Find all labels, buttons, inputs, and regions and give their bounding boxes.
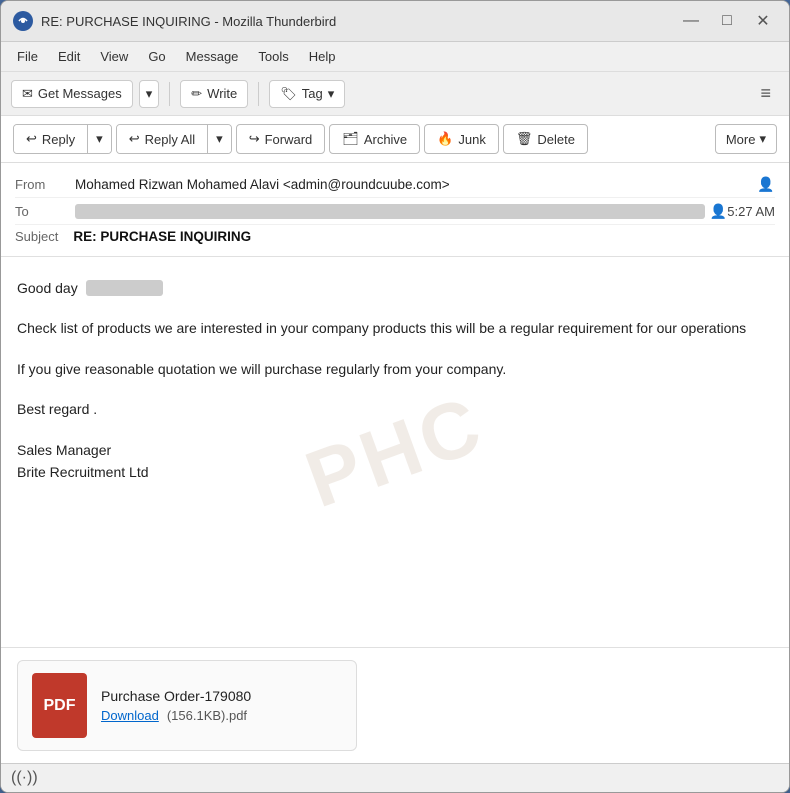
recipient-name [86, 280, 164, 296]
title-bar: RE: PURCHASE INQUIRING - Mozilla Thunder… [1, 1, 789, 42]
to-privacy-icon[interactable]: 👤 [709, 202, 727, 220]
menu-message[interactable]: Message [178, 46, 247, 67]
tag-icon: 🏷 [280, 86, 297, 102]
email-header: From Mohamed Rizwan Mohamed Alavi <admin… [1, 163, 789, 257]
reply-all-group: ↩ Reply All ▾ [116, 124, 232, 154]
pdf-icon: PDF [32, 673, 87, 738]
write-button[interactable]: ✏ Write [180, 80, 248, 108]
reply-all-button[interactable]: ↩ Reply All [117, 125, 208, 153]
archive-icon: 🗂 [342, 131, 359, 147]
action-toolbar: ↩ Reply ▾ ↩ Reply All ▾ ↪ Forward 🗂 Arch… [1, 116, 789, 163]
menu-view[interactable]: View [92, 46, 136, 67]
body-paragraph-1: Check list of products we are interested… [17, 317, 773, 339]
wifi-icon: ((·)) [11, 769, 38, 787]
reply-button[interactable]: ↩ Reply [14, 125, 88, 153]
window-controls: — □ ✕ [677, 9, 777, 33]
signature-line-2: Brite Recruitment Ltd [17, 461, 773, 483]
main-toolbar: ✉ Get Messages ▾ ✏ Write 🏷 Tag ▾ ≡ [1, 72, 789, 116]
archive-button[interactable]: 🗂 Archive [329, 124, 420, 154]
delete-icon: 🗑 [516, 131, 533, 147]
attachment-card: PDF Purchase Order-179080 Download (156.… [17, 660, 357, 751]
attachment-area: PDF Purchase Order-179080 Download (156.… [1, 647, 789, 763]
from-field: From Mohamed Rizwan Mohamed Alavi <admin… [15, 171, 775, 198]
to-value [75, 204, 705, 219]
email-body: PHC Good day Check list of products we a… [1, 257, 789, 647]
reply-group: ↩ Reply ▾ [13, 124, 112, 154]
junk-icon: 🔥 [437, 131, 453, 147]
attachment-info: Purchase Order-179080 Download (156.1KB)… [101, 688, 251, 723]
write-icon: ✏ [191, 86, 202, 102]
toolbar-divider-2 [258, 82, 259, 106]
subject-label: Subject [15, 229, 58, 244]
status-bar: ((·)) [1, 763, 789, 792]
reply-all-dropdown-button[interactable]: ▾ [208, 125, 231, 153]
email-content: Good day Check list of products we are i… [17, 277, 773, 483]
menu-edit[interactable]: Edit [50, 46, 88, 67]
junk-button[interactable]: 🔥 Junk [424, 124, 499, 154]
menu-go[interactable]: Go [140, 46, 173, 67]
menu-tools[interactable]: Tools [250, 46, 296, 67]
reply-chevron-icon: ▾ [96, 131, 103, 147]
attachment-size: (156.1KB).pdf [167, 708, 247, 723]
from-label: From [15, 177, 75, 192]
tag-chevron-icon: ▾ [328, 86, 335, 102]
subject-value: RE: PURCHASE INQUIRING [73, 229, 251, 244]
thunderbird-window: RE: PURCHASE INQUIRING - Mozilla Thunder… [0, 0, 790, 793]
to-label: To [15, 204, 75, 219]
app-icon [13, 11, 33, 31]
tag-button[interactable]: 🏷 Tag ▾ [269, 80, 345, 108]
signature-line-1: Sales Manager [17, 439, 773, 461]
toolbar-divider [169, 82, 170, 106]
menu-file[interactable]: File [9, 46, 46, 67]
minimize-button[interactable]: — [677, 9, 705, 33]
from-privacy-icon[interactable]: 👤 [757, 175, 775, 193]
attachment-filename: Purchase Order-179080 [101, 688, 251, 704]
attachment-actions: Download (156.1KB).pdf [101, 708, 251, 723]
closing-text: Best regard . [17, 398, 773, 420]
get-messages-icon: ✉ [22, 86, 33, 102]
body-paragraph-2: If you give reasonable quotation we will… [17, 358, 773, 380]
greeting-paragraph: Good day [17, 277, 773, 299]
get-messages-dropdown[interactable]: ▾ [139, 80, 160, 108]
forward-icon: ↪ [249, 131, 260, 147]
greeting-text: Good day [17, 280, 78, 296]
email-time: 5:27 AM [727, 204, 775, 219]
download-link[interactable]: Download [101, 708, 159, 723]
title-bar-left: RE: PURCHASE INQUIRING - Mozilla Thunder… [13, 11, 336, 31]
hamburger-menu-button[interactable]: ≡ [752, 78, 779, 109]
reply-dropdown-button[interactable]: ▾ [88, 125, 111, 153]
delete-button[interactable]: 🗑 Delete [503, 124, 588, 154]
more-chevron-icon: ▾ [759, 131, 766, 147]
get-messages-button[interactable]: ✉ Get Messages [11, 80, 133, 108]
reply-all-chevron-icon: ▾ [216, 131, 223, 147]
subject-field: Subject RE: PURCHASE INQUIRING [15, 225, 775, 248]
more-button[interactable]: More ▾ [715, 124, 777, 154]
to-field: To 👤 5:27 AM [15, 198, 775, 225]
menu-help[interactable]: Help [301, 46, 344, 67]
from-value: Mohamed Rizwan Mohamed Alavi <admin@roun… [75, 177, 753, 192]
menu-bar: File Edit View Go Message Tools Help [1, 42, 789, 72]
chevron-down-icon: ▾ [146, 86, 153, 102]
forward-button[interactable]: ↪ Forward [236, 124, 326, 154]
close-button[interactable]: ✕ [749, 9, 777, 33]
maximize-button[interactable]: □ [713, 9, 741, 33]
reply-icon: ↩ [26, 131, 37, 147]
window-title: RE: PURCHASE INQUIRING - Mozilla Thunder… [41, 14, 336, 29]
reply-all-icon: ↩ [129, 131, 140, 147]
